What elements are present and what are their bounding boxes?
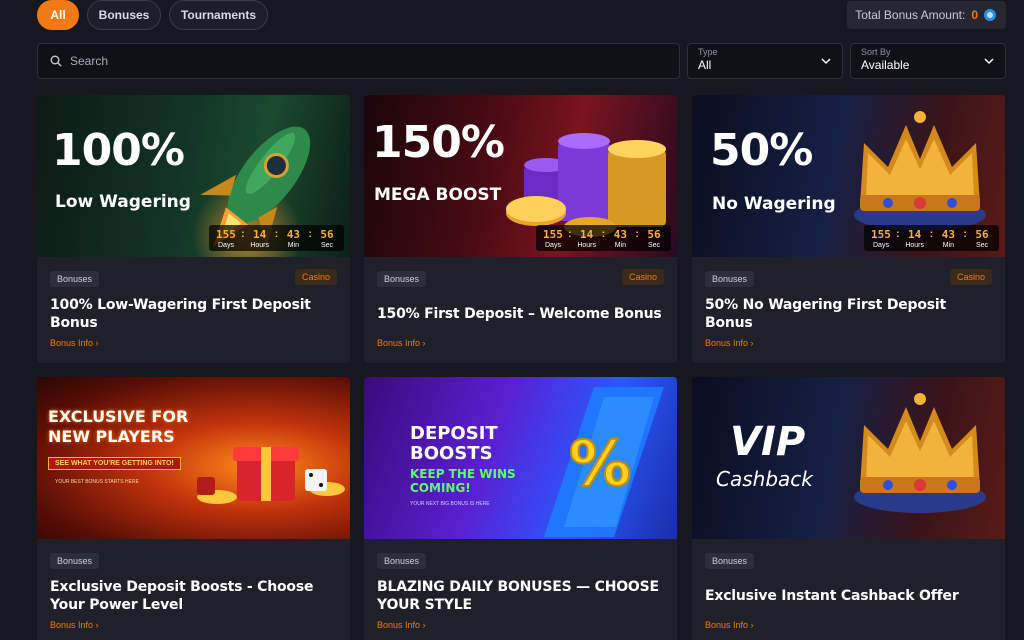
category-tag: Bonuses	[50, 271, 100, 287]
sort-select[interactable]: Sort By Available	[850, 43, 1006, 79]
bonus-info-link[interactable]: Bonus Info ›	[50, 620, 99, 630]
timer-hours: 14	[580, 228, 594, 241]
bonus-banner: 150% MEGA BOOST 155 Days : 14 Hours : 43 Mi…	[364, 95, 677, 257]
banner-line-1: EXCLUSIVE FOR	[48, 407, 189, 426]
bonus-title: BLAZING DAILY BONUSES — CHOOSE YOUR STYL…	[377, 579, 659, 613]
bonus-title: Exclusive Deposit Boosts - Choose Your P…	[50, 579, 314, 613]
type-select[interactable]: Type All	[687, 43, 843, 79]
timer-days: 155	[543, 228, 563, 241]
banner-subtitle: No Wagering	[712, 194, 836, 214]
timer-sec: 56	[975, 228, 989, 241]
bonus-card[interactable]: VIP Cashback Bonuses Exclusive Instant C…	[692, 377, 1005, 640]
timer-days-label: Days	[873, 242, 889, 249]
timer-days-label: Days	[545, 242, 561, 249]
chevron-down-icon	[821, 58, 831, 65]
bonus-banner: % DEPOSIT BOOSTS KEEP THE WINS COMING! Y…	[364, 377, 677, 539]
timer-sec-label: Sec	[647, 242, 661, 249]
bonus-banner: 50% No Wagering 155 Days : 14 Hours : 43 Mi…	[692, 95, 1005, 257]
filter-bonuses-button[interactable]: Bonuses	[87, 0, 161, 30]
banner-percent: 150%	[372, 117, 505, 168]
bonus-card[interactable]: 50% No Wagering 155 Days : 14 Hours : 43 Mi…	[692, 95, 1005, 363]
timer-days-label: Days	[218, 242, 234, 249]
search-input[interactable]	[70, 54, 650, 68]
bonus-title: 150% First Deposit – Welcome Bonus	[377, 306, 662, 322]
bonus-banner: VIP Cashback	[692, 377, 1005, 539]
banner-percent: 50%	[710, 125, 813, 176]
casino-tag: Casino	[621, 269, 664, 285]
type-select-label: Type	[698, 47, 718, 57]
svg-text:%: %	[569, 427, 631, 500]
casino-tag: Casino	[949, 269, 992, 285]
bonus-card[interactable]: % DEPOSIT BOOSTS KEEP THE WINS COMING! Y…	[364, 377, 677, 640]
banner-percent: 100%	[52, 125, 185, 176]
timer-days: 155	[216, 228, 236, 241]
category-tag: Bonuses	[377, 553, 427, 569]
bonus-card[interactable]: EXCLUSIVE FOR NEW PLAYERS SEE WHAT YOU'R…	[37, 377, 350, 640]
filter-all-button[interactable]: All	[37, 0, 79, 30]
timer-min-label: Min	[287, 242, 299, 249]
timer-min: 43	[286, 228, 300, 241]
timer-min-label: Min	[614, 242, 626, 249]
casino-tag: Casino	[294, 269, 337, 285]
timer-min-label: Min	[942, 242, 954, 249]
countdown-timer: 155 Days : 14 Hours : 43 Min : 56 Sec	[208, 225, 344, 251]
banner-line-4: COMING!	[410, 481, 471, 495]
category-tag: Bonuses	[705, 553, 755, 569]
chevron-down-icon	[984, 58, 994, 65]
bonus-banner: 100% Low Wagering 155 Days : 14 Hours : 43…	[37, 95, 350, 257]
category-tag: Bonuses	[377, 271, 427, 287]
banner-subtitle: MEGA BOOST	[374, 185, 502, 205]
bonus-info-link[interactable]: Bonus Info ›	[705, 338, 754, 348]
timer-hours-label: Hours	[577, 242, 596, 249]
banner-small-text: YOUR NEXT BIG BONUS IS HERE	[410, 501, 490, 507]
countdown-timer: 155 Days : 14 Hours : 43 Min : 56 Sec	[535, 225, 671, 251]
coin-icon	[984, 9, 996, 21]
type-select-value: All	[698, 58, 712, 72]
search-box	[37, 43, 680, 79]
bonus-title: 50% No Wagering First Deposit Bonus	[705, 297, 947, 331]
bonus-title: 100% Low-Wagering First Deposit Bonus	[50, 297, 311, 331]
banner-line-2: NEW PLAYERS	[48, 427, 175, 446]
total-bonus-label: Total Bonus Amount:	[855, 8, 966, 22]
banner-line-2: Cashback	[716, 467, 813, 491]
bonus-title: Exclusive Instant Cashback Offer	[705, 588, 959, 604]
bonus-info-link[interactable]: Bonus Info ›	[705, 620, 754, 630]
timer-min: 43	[941, 228, 955, 241]
timer-min: 43	[613, 228, 627, 241]
timer-sec-label: Sec	[975, 242, 989, 249]
category-tag: Bonuses	[705, 271, 755, 287]
total-bonus-value: 0	[971, 8, 978, 22]
filter-pills: All Bonuses Tournaments	[37, 0, 268, 30]
banner-line-2: BOOSTS	[410, 443, 493, 464]
bonus-info-link[interactable]: Bonus Info ›	[377, 338, 426, 348]
timer-hours: 14	[908, 228, 922, 241]
banner-small-text: YOUR BEST BONUS STARTS HERE	[55, 479, 139, 485]
timer-hours-label: Hours	[250, 242, 269, 249]
countdown-timer: 155 Days : 14 Hours : 43 Min : 56 Sec	[863, 225, 999, 251]
filter-tournaments-button[interactable]: Tournaments	[169, 0, 268, 30]
banner-cta: SEE WHAT YOU'RE GETTING INTO!	[48, 457, 181, 470]
bonus-card[interactable]: 150% MEGA BOOST 155 Days : 14 Hours : 43 Mi…	[364, 95, 677, 363]
bonus-info-link[interactable]: Bonus Info ›	[377, 620, 426, 630]
banner-subtitle: Low Wagering	[55, 192, 191, 212]
search-icon	[50, 55, 62, 67]
timer-sec: 56	[320, 228, 334, 241]
banner-line-1: DEPOSIT	[410, 423, 498, 444]
timer-sec-label: Sec	[320, 242, 334, 249]
bonus-info-link[interactable]: Bonus Info ›	[50, 338, 99, 348]
bonus-card[interactable]: 100% Low Wagering 155 Days : 14 Hours : 43…	[37, 95, 350, 363]
timer-sec: 56	[647, 228, 661, 241]
sort-select-label: Sort By	[861, 47, 891, 57]
total-bonus-amount: Total Bonus Amount: 0	[847, 1, 1006, 29]
bonus-banner: EXCLUSIVE FOR NEW PLAYERS SEE WHAT YOU'R…	[37, 377, 350, 539]
timer-days: 155	[871, 228, 891, 241]
timer-hours-label: Hours	[905, 242, 924, 249]
category-tag: Bonuses	[50, 553, 100, 569]
sort-select-value: Available	[861, 58, 910, 72]
timer-hours: 14	[253, 228, 267, 241]
banner-line-1: VIP	[730, 419, 806, 465]
banner-line-3: KEEP THE WINS	[410, 467, 516, 481]
